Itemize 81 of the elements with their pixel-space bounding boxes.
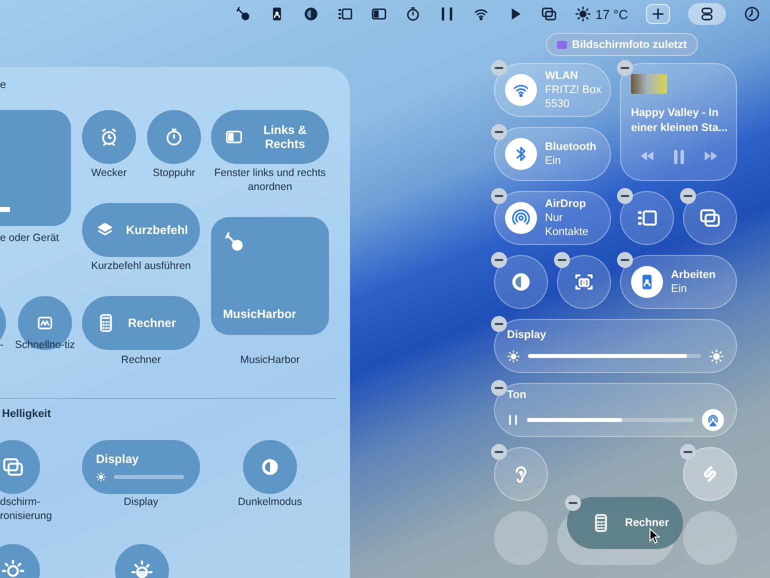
clock-icon: [744, 6, 760, 22]
control-tile[interactable]: Links & Rechts: [211, 110, 329, 164]
tile-label: dschirm-ronisierung: [0, 496, 53, 524]
slider-tile[interactable]: Ton: [494, 383, 737, 437]
add-button[interactable]: [646, 4, 670, 24]
tile-label: Fenster links und rechts anordnen: [213, 167, 327, 194]
control-tile[interactable]: [82, 110, 136, 164]
sun-icon: [507, 350, 520, 362]
control-tile[interactable]: Rechner: [82, 296, 200, 350]
note-icon: [36, 314, 54, 332]
recent-screenshot-button[interactable]: Bildschirmfoto zuletzt: [546, 33, 698, 56]
remove-icon[interactable]: [680, 188, 696, 204]
tile-label: Dunkelmodus: [236, 496, 304, 510]
now-playing-tile[interactable]: Happy Valley - In einer kleinen Sta...: [620, 63, 737, 181]
remove-icon[interactable]: [491, 124, 507, 140]
tile-label: -: [0, 339, 4, 353]
control-tile[interactable]: [243, 440, 297, 494]
remove-icon[interactable]: [617, 188, 633, 204]
toggle-tile[interactable]: AirDrop Nur Kontakte: [494, 191, 611, 245]
tile-label: MusicHarbor: [239, 354, 301, 368]
weather-text[interactable]: 17 °C: [595, 6, 628, 22]
dark-mode-icon: [303, 6, 320, 22]
toggle-tile[interactable]: Arbeiten Ein: [620, 255, 737, 309]
control-tile[interactable]: Kurzbefehl: [82, 203, 200, 257]
remove-icon[interactable]: [617, 252, 633, 268]
remove-icon[interactable]: [491, 380, 507, 396]
airplay-button[interactable]: [702, 409, 724, 431]
section-heading: Helligkeit: [2, 408, 51, 420]
plus-icon: [650, 6, 666, 22]
tile-label: Kurzbefehl ausführen: [90, 260, 192, 274]
overlapping-windows-icon: [2, 456, 24, 478]
sun-icon: [96, 472, 106, 482]
remove-icon[interactable]: [491, 252, 507, 268]
control-tile[interactable]: [147, 110, 201, 164]
stopwatch-icon: [405, 6, 422, 22]
control-button[interactable]: [683, 191, 737, 245]
tile-label: Schnellno-tiz: [14, 339, 76, 353]
slider-track[interactable]: [528, 354, 701, 358]
remove-icon[interactable]: [680, 444, 696, 460]
toggle-tile[interactable]: WLAN FRITZ! Box 5530: [494, 63, 611, 117]
tile-label: Display: [122, 496, 160, 510]
section-heading: e: [0, 79, 6, 91]
tile-label: Wecker: [90, 167, 128, 181]
remove-icon[interactable]: [491, 316, 507, 332]
airplay-icon: [706, 413, 720, 427]
overlapping-windows-icon: [541, 6, 558, 22]
remove-icon[interactable]: [617, 60, 633, 76]
album-art-placeholder: [631, 74, 667, 94]
toggle-tile[interactable]: Bluetooth Ein: [494, 127, 611, 181]
tile-label: Rechner: [120, 354, 162, 368]
control-button[interactable]: [494, 255, 548, 309]
slider-tile[interactable]: Display: [494, 319, 737, 373]
widget-tile[interactable]: MusicHarbor: [211, 217, 329, 335]
control-tile[interactable]: [0, 440, 40, 494]
dark-mode-icon: [510, 271, 532, 293]
stopwatch-icon: [164, 127, 184, 147]
remove-icon[interactable]: [491, 444, 507, 460]
control-button[interactable]: [620, 191, 674, 245]
alarm-clock-icon: [99, 127, 119, 147]
remove-icon[interactable]: [491, 60, 507, 76]
airdrop-icon: [512, 209, 530, 227]
sun-icon: [709, 348, 724, 364]
dark-mode-icon: [260, 457, 280, 477]
split-window-icon: [371, 6, 388, 22]
tile-label: e oder Gerät: [0, 232, 60, 246]
remove-icon[interactable]: [554, 252, 570, 268]
remove-icon[interactable]: [565, 495, 581, 511]
toggles-icon: [699, 6, 715, 22]
slider-track[interactable]: [527, 418, 694, 422]
cursor-icon: [649, 528, 661, 544]
control-button[interactable]: [557, 255, 611, 309]
overlapping-windows-icon: [699, 207, 721, 229]
slider-tile[interactable]: Display: [82, 440, 200, 494]
sun-moon-icon: [1, 559, 25, 578]
control-center-button[interactable]: [688, 3, 726, 25]
dragged-tile[interactable]: Rechner: [567, 497, 683, 549]
sun-icon: [575, 6, 592, 22]
remove-icon[interactable]: [491, 188, 507, 204]
slider-track: [114, 475, 184, 480]
sidebar-window-icon: [337, 6, 354, 22]
sun-dim-icon: [130, 559, 154, 578]
